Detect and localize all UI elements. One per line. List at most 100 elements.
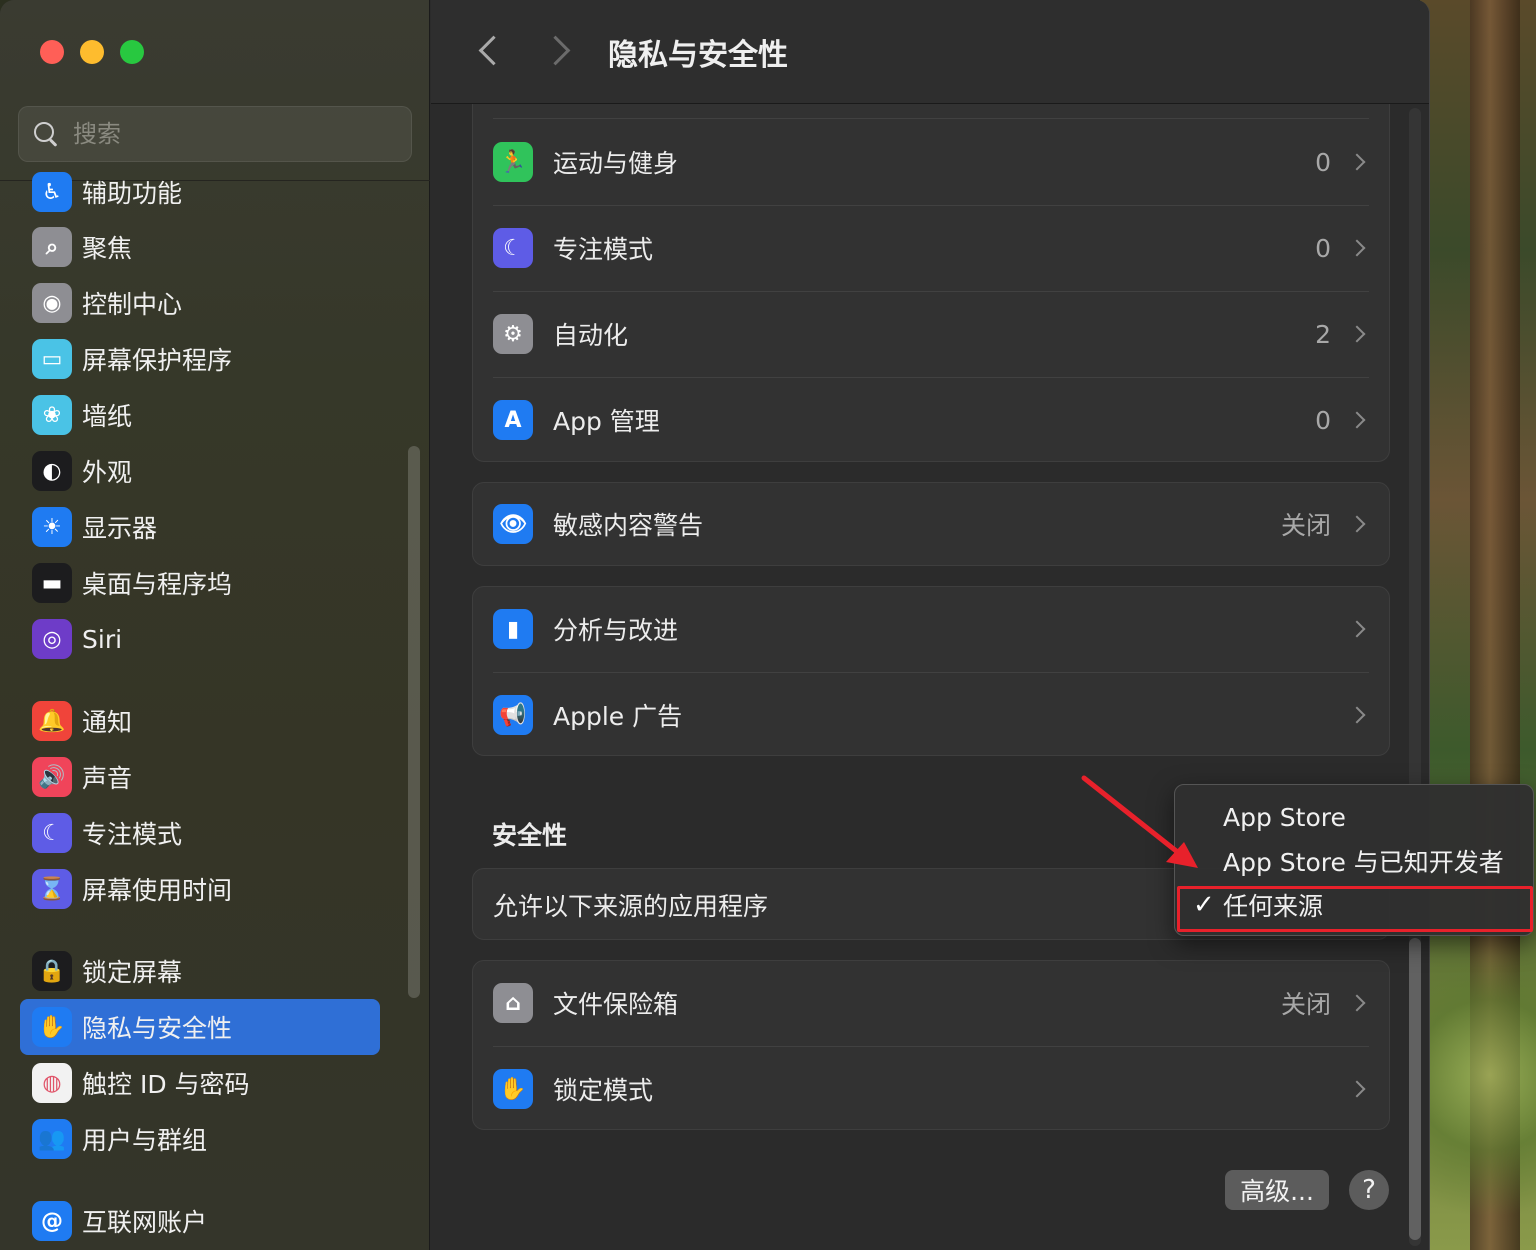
eye-warning-icon: 👁 bbox=[493, 504, 533, 544]
menu-item-label: App Store 与已知开发者 bbox=[1223, 848, 1504, 877]
row-value: 0 bbox=[1315, 233, 1331, 263]
back-button[interactable] bbox=[475, 30, 505, 70]
sidebar-item[interactable]: ◉ 控制中心 bbox=[20, 275, 380, 331]
settings-row[interactable]: ✋ 锁定模式 bbox=[473, 1046, 1389, 1132]
sidebar-item-label: 控制中心 bbox=[82, 290, 183, 319]
sidebar-item-label: 声音 bbox=[82, 764, 133, 793]
sidebar-item-label: 墙纸 bbox=[82, 402, 133, 431]
sidebar-item[interactable]: ♿ 辅助功能 bbox=[20, 164, 380, 220]
sidebar-item[interactable]: ◐ 外观 bbox=[20, 443, 380, 499]
menu-item-option[interactable]: ✓ 任何来源 bbox=[1175, 883, 1533, 927]
lock-screen-icon: 🔒 bbox=[32, 951, 72, 991]
zoom-window-button[interactable] bbox=[120, 40, 144, 64]
forward-button[interactable] bbox=[545, 30, 575, 70]
menu-item-label: 任何来源 bbox=[1223, 892, 1324, 921]
menu-item-option[interactable]: App Store bbox=[1175, 795, 1533, 839]
sidebar-item-label: 锁定屏幕 bbox=[82, 958, 183, 987]
security-card: ⌂ 文件保险箱 关闭 ✋ 锁定模式 bbox=[472, 960, 1390, 1130]
sidebar-item[interactable]: ⌛ 屏幕使用时间 bbox=[20, 861, 380, 917]
sound-icon: 🔊 bbox=[32, 757, 72, 797]
internet-accounts-icon: @ bbox=[32, 1201, 72, 1241]
settings-row[interactable]: 📢 Apple 广告 bbox=[473, 672, 1389, 758]
main-scrollbar[interactable] bbox=[1409, 938, 1421, 1240]
search-input[interactable] bbox=[73, 120, 373, 148]
sidebar-item-label: 屏幕使用时间 bbox=[82, 876, 233, 905]
sidebar-item[interactable]: ⌕ 聚焦 bbox=[20, 219, 380, 275]
settings-row[interactable]: ☾ 专注模式 0 bbox=[473, 205, 1389, 291]
chevron-right-icon bbox=[1348, 325, 1366, 343]
close-window-button[interactable] bbox=[40, 40, 64, 64]
sidebar-item[interactable]: ▭ 屏幕保护程序 bbox=[20, 331, 380, 387]
settings-row[interactable]: 🏃 运动与健身 0 bbox=[473, 119, 1389, 205]
minimize-window-button[interactable] bbox=[80, 40, 104, 64]
privacy-card: 🏃 运动与健身 0 ☾ 专注模式 0 ⚙ 自动化 2 A App 管理 0 bbox=[472, 104, 1390, 462]
security-section-title: 安全性 bbox=[492, 821, 568, 850]
sidebar-item[interactable]: @ 互联网账户 bbox=[20, 1193, 380, 1249]
row-value: 0 bbox=[1315, 405, 1331, 435]
sidebar-item[interactable]: 🔔 通知 bbox=[20, 693, 380, 749]
row-value: 关闭 bbox=[1280, 511, 1331, 540]
sidebar-item[interactable]: ◍ 触控 ID 与密码 bbox=[20, 1055, 380, 1111]
sidebar-item-label: 互联网账户 bbox=[82, 1208, 208, 1237]
desktop-dock-icon: ▬ bbox=[32, 563, 72, 603]
toolbar: 隐私与安全性 bbox=[431, 0, 1429, 104]
row-label: 自动化 bbox=[553, 321, 629, 350]
sidebar-item[interactable]: ☾ 专注模式 bbox=[20, 805, 380, 861]
sensitive-content-card: 👁 敏感内容警告 关闭 bbox=[472, 482, 1390, 566]
window-controls bbox=[40, 40, 144, 64]
row-value: 关闭 bbox=[1280, 990, 1331, 1019]
sidebar-item-label: 触控 ID 与密码 bbox=[82, 1070, 250, 1099]
row-label: 专注模式 bbox=[553, 235, 654, 264]
sidebar-item[interactable]: ✋ 隐私与安全性 bbox=[20, 999, 380, 1055]
settings-row[interactable]: ⌂ 文件保险箱 关闭 bbox=[473, 960, 1389, 1046]
sidebar-item[interactable]: 👥 用户与群组 bbox=[20, 1111, 380, 1167]
sidebar-item-label: 屏幕保护程序 bbox=[82, 346, 233, 375]
notifications-icon: 🔔 bbox=[32, 701, 72, 741]
row-label: Apple 广告 bbox=[553, 702, 683, 731]
analytics-chart-icon: ▮ bbox=[493, 609, 533, 649]
allow-apps-popup-menu: App Store App Store 与已知开发者 ✓ 任何来源 bbox=[1174, 784, 1534, 936]
settings-row[interactable]: A App 管理 0 bbox=[473, 377, 1389, 463]
accessibility-icon: ♿ bbox=[32, 172, 72, 212]
chevron-right-icon bbox=[1348, 515, 1366, 533]
chevron-right-icon bbox=[1348, 620, 1366, 638]
sidebar-item-label: 桌面与程序坞 bbox=[82, 570, 233, 599]
sidebar-item-label: 隐私与安全性 bbox=[82, 1014, 233, 1043]
sidebar-item[interactable]: ❀ 墙纸 bbox=[20, 387, 380, 443]
sidebar-scrollbar[interactable] bbox=[408, 446, 420, 998]
sidebar-item[interactable]: ☀ 显示器 bbox=[20, 499, 380, 555]
help-button[interactable]: ? bbox=[1349, 1170, 1389, 1210]
sidebar-item-label: 显示器 bbox=[82, 514, 158, 543]
sidebar-item[interactable]: 🔊 声音 bbox=[20, 749, 380, 805]
automation-gears-icon: ⚙ bbox=[493, 314, 533, 354]
chevron-right-icon bbox=[1348, 706, 1366, 724]
search-field[interactable] bbox=[18, 106, 412, 162]
menu-item-option[interactable]: App Store 与已知开发者 bbox=[1175, 839, 1533, 883]
row-label: 运动与健身 bbox=[553, 149, 679, 178]
privacy-hand-icon: ✋ bbox=[32, 1007, 72, 1047]
sidebar-item[interactable]: 🔒 锁定屏幕 bbox=[20, 943, 380, 999]
sidebar-item[interactable]: ◎ Siri bbox=[20, 611, 380, 667]
users-groups-icon: 👥 bbox=[32, 1119, 72, 1159]
page-title: 隐私与安全性 bbox=[608, 38, 788, 73]
chevron-right-icon bbox=[1348, 1080, 1366, 1098]
displays-icon: ☀ bbox=[32, 507, 72, 547]
siri-icon: ◎ bbox=[32, 619, 72, 659]
sidebar-item-label: 专注模式 bbox=[82, 820, 183, 849]
settings-row[interactable]: 👁 敏感内容警告 关闭 bbox=[473, 482, 1389, 566]
control-center-icon: ◉ bbox=[32, 283, 72, 323]
touch-id-icon: ◍ bbox=[32, 1063, 72, 1103]
sidebar-item[interactable]: ▬ 桌面与程序坞 bbox=[20, 555, 380, 611]
fitness-icon: 🏃 bbox=[493, 142, 533, 182]
search-icon bbox=[33, 121, 59, 147]
sidebar-item-label: 辅助功能 bbox=[82, 179, 183, 208]
settings-row[interactable]: ⚙ 自动化 2 bbox=[473, 291, 1389, 377]
chevron-right-icon bbox=[1348, 411, 1366, 429]
advanced-button[interactable]: 高级... bbox=[1225, 1170, 1329, 1210]
sidebar: ♿ 辅助功能 ⌕ 聚焦 ◉ 控制中心 ▭ 屏幕保护程序 ❀ 墙纸 ◐ 外观 ☀ 显示器 ▬ 桌面与程序坞 ◎ Si… bbox=[0, 0, 430, 1250]
sidebar-item-label: 用户与群组 bbox=[82, 1126, 208, 1155]
sidebar-item-label: 通知 bbox=[82, 708, 133, 737]
row-label: 分析与改进 bbox=[553, 616, 679, 645]
settings-row[interactable]: ▮ 分析与改进 bbox=[473, 586, 1389, 672]
menu-item-label: App Store bbox=[1223, 802, 1346, 832]
